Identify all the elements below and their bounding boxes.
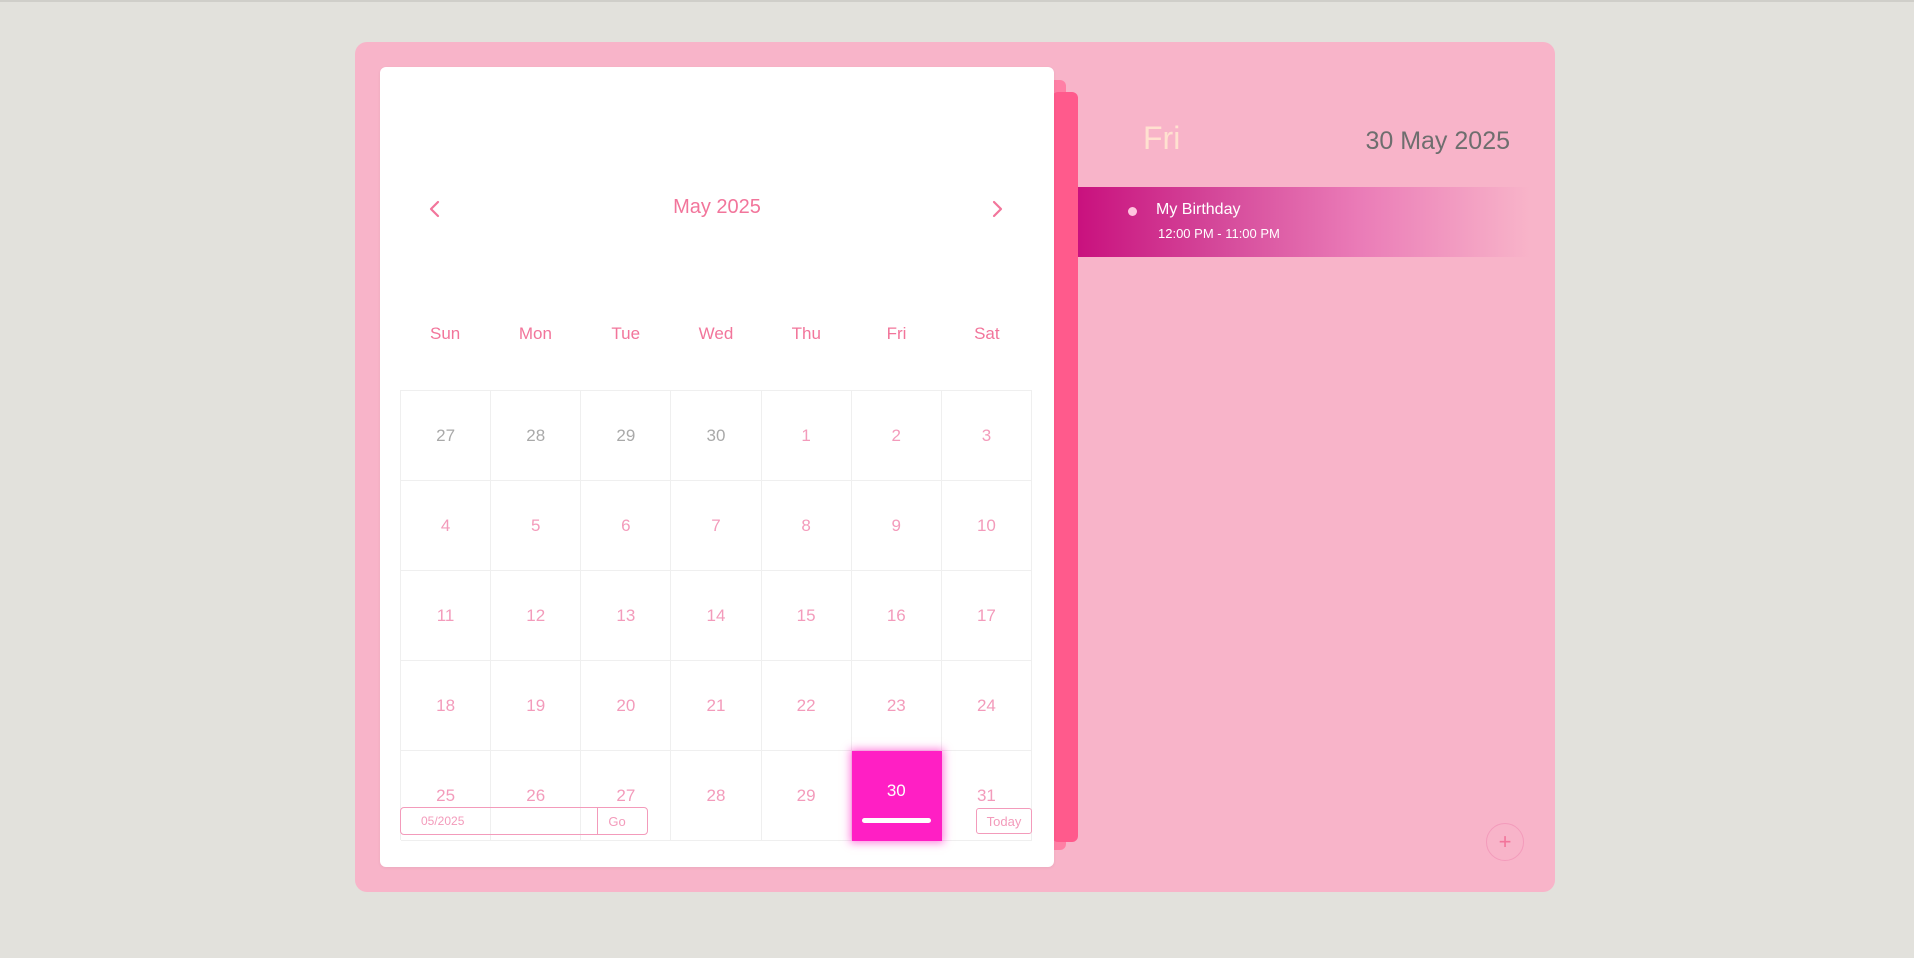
go-button[interactable]: Go xyxy=(597,808,636,834)
today-button[interactable]: Today xyxy=(976,808,1032,834)
day-cell[interactable]: 29 xyxy=(761,751,852,841)
day-number: 4 xyxy=(440,515,451,535)
day-cell[interactable]: 27 xyxy=(401,391,492,481)
day-number: 11 xyxy=(436,605,455,625)
add-event-button[interactable]: + xyxy=(1486,823,1524,861)
day-cell[interactable]: 13 xyxy=(581,571,672,661)
day-number: 25 xyxy=(436,785,456,805)
day-number: 9 xyxy=(891,515,901,535)
day-number: 24 xyxy=(976,695,996,715)
day-cell[interactable]: 16 xyxy=(851,571,942,661)
day-number: 17 xyxy=(976,605,996,625)
day-cell-selected[interactable]: 30 xyxy=(851,751,942,841)
day-cell[interactable]: 3 xyxy=(941,391,1032,481)
event-title: My Birthday xyxy=(1156,201,1241,218)
day-number: 27 xyxy=(616,785,636,805)
weekday-label: Fri xyxy=(886,324,907,343)
day-number: 1 xyxy=(801,425,811,445)
weekday-label: Sun xyxy=(430,324,461,343)
day-number: 19 xyxy=(526,695,546,715)
day-grid: 27 28 29 30 1 2 3 4 5 6 7 8 9 10 11 12 1… xyxy=(400,390,1032,841)
day-cell[interactable]: 9 xyxy=(851,481,942,571)
day-number: 8 xyxy=(801,515,811,535)
weekday-label: Sat xyxy=(974,324,1000,343)
day-number: 10 xyxy=(976,515,996,535)
day-cell[interactable]: 5 xyxy=(491,481,582,571)
day-number: 16 xyxy=(886,605,906,625)
day-number: 23 xyxy=(886,695,906,715)
day-cell[interactable]: 24 xyxy=(941,661,1032,751)
day-cell[interactable]: 22 xyxy=(761,661,852,751)
day-number: 29 xyxy=(616,425,636,445)
weekday-header: Sun Mon Tue Wed Thu Fri Sat xyxy=(400,324,1032,348)
day-cell[interactable]: 30 xyxy=(671,391,762,481)
day-number: 31 xyxy=(976,785,996,805)
day-number: 30 xyxy=(706,425,726,445)
day-number: 21 xyxy=(706,695,726,715)
day-number: 14 xyxy=(706,605,726,625)
top-divider xyxy=(0,0,1914,2)
day-number: 13 xyxy=(616,605,636,625)
month-navigation: May 2025 xyxy=(380,187,1054,231)
day-number: 3 xyxy=(981,425,992,445)
weekday-label: Mon xyxy=(518,324,552,343)
day-cell[interactable]: 8 xyxy=(761,481,852,571)
next-month-button[interactable] xyxy=(975,187,1019,231)
day-cell[interactable]: 6 xyxy=(581,481,672,571)
day-number: 22 xyxy=(796,695,816,715)
day-cell[interactable]: 21 xyxy=(671,661,762,751)
day-number: 15 xyxy=(796,605,816,625)
day-cell[interactable]: 28 xyxy=(671,751,762,841)
day-cell[interactable]: 2 xyxy=(851,391,942,481)
day-number: 2 xyxy=(891,425,901,445)
day-number: 20 xyxy=(616,695,636,715)
day-cell[interactable]: 20 xyxy=(581,661,672,751)
day-cell[interactable]: 7 xyxy=(671,481,762,571)
day-number: 29 xyxy=(796,785,816,805)
day-cell[interactable]: 15 xyxy=(761,571,852,661)
day-number: 6 xyxy=(621,515,631,535)
day-cell[interactable]: 18 xyxy=(401,661,492,751)
jump-to-date: Go xyxy=(400,807,648,835)
day-number: 26 xyxy=(526,785,546,805)
weekday-label: Wed xyxy=(698,324,734,343)
day-cell[interactable]: 29 xyxy=(581,391,672,481)
month-year-input[interactable] xyxy=(401,808,597,834)
day-cell[interactable]: 19 xyxy=(491,661,582,751)
day-cell[interactable]: 12 xyxy=(491,571,582,661)
day-cell[interactable]: 4 xyxy=(401,481,492,571)
day-cell[interactable]: 17 xyxy=(941,571,1032,661)
weekday-label: Tue xyxy=(611,324,641,343)
selected-full-date: 30 May 2025 xyxy=(1365,127,1510,155)
day-number: 30 xyxy=(886,780,906,800)
chevron-right-icon xyxy=(992,200,1003,218)
day-number: 28 xyxy=(706,785,726,805)
day-cell[interactable]: 14 xyxy=(671,571,762,661)
event-item[interactable]: My Birthday 12:00 PM - 11:00 PM xyxy=(1078,187,1530,257)
day-number: 27 xyxy=(436,425,456,445)
day-number: 7 xyxy=(711,515,721,535)
day-cell[interactable]: 23 xyxy=(851,661,942,751)
selected-day-name: Fri xyxy=(1143,120,1181,156)
calendar-panel: May 2025 Sun Mon Tue Wed Thu Fri Sat 27 … xyxy=(380,67,1054,867)
day-cell[interactable]: 28 xyxy=(491,391,582,481)
month-title: May 2025 xyxy=(673,196,761,218)
event-dot-icon xyxy=(1128,207,1137,216)
event-time: 12:00 PM - 11:00 PM xyxy=(1158,226,1280,241)
day-cell[interactable]: 1 xyxy=(761,391,852,481)
day-number: 12 xyxy=(526,605,546,625)
page-stack-middle xyxy=(1052,92,1078,842)
plus-icon: + xyxy=(1498,829,1512,854)
day-number: 28 xyxy=(526,425,546,445)
weekday-label: Thu xyxy=(791,324,821,343)
day-number: 5 xyxy=(530,515,541,535)
day-number: 18 xyxy=(436,695,456,715)
day-cell[interactable]: 11 xyxy=(401,571,492,661)
day-cell[interactable]: 10 xyxy=(941,481,1032,571)
